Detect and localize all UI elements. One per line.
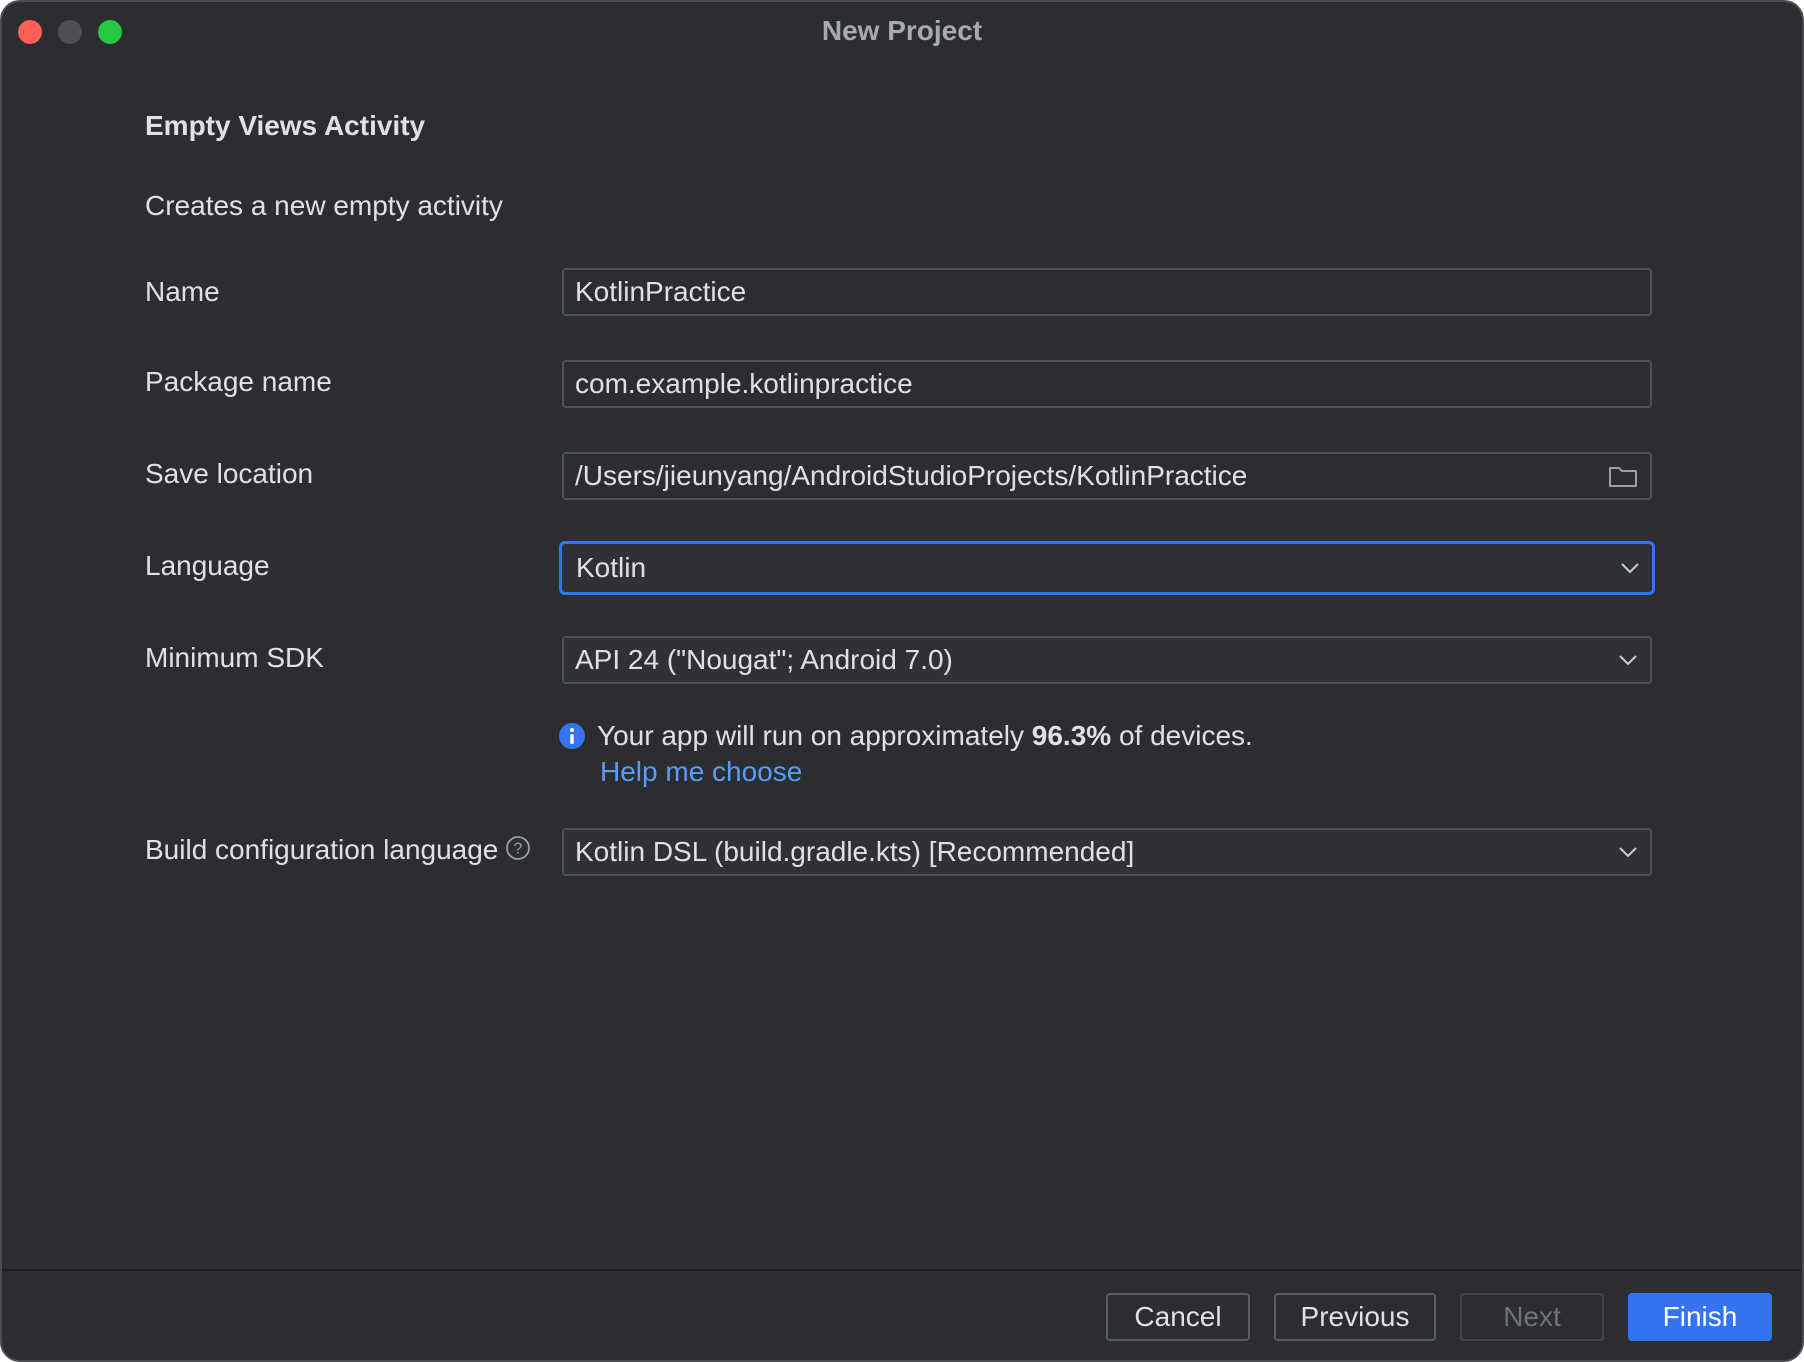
- folder-icon[interactable]: [1608, 454, 1638, 498]
- device-coverage-info: Your app will run on approximately 96.3%…: [558, 718, 1253, 754]
- minimum-sdk-value: API 24 ("Nougat"; Android 7.0): [575, 644, 953, 675]
- build-config-label: Build configuration language: [145, 834, 499, 865]
- help-me-choose-link[interactable]: Help me choose: [600, 756, 802, 788]
- save-location-value: /Users/jieunyang/AndroidStudioProjects/K…: [575, 460, 1248, 491]
- minimum-sdk-dropdown[interactable]: API 24 ("Nougat"; Android 7.0): [562, 636, 1652, 684]
- save-location-input[interactable]: /Users/jieunyang/AndroidStudioProjects/K…: [562, 452, 1652, 500]
- question-mark-icon[interactable]: ?: [506, 836, 530, 860]
- package-name-value: com.example.kotlinpractice: [575, 368, 913, 399]
- name-value: KotlinPractice: [575, 276, 747, 307]
- build-config-dropdown[interactable]: Kotlin DSL (build.gradle.kts) [Recommend…: [562, 828, 1652, 876]
- language-label: Language: [145, 550, 270, 581]
- info-text-suffix: of devices.: [1111, 720, 1253, 751]
- window-title: New Project: [821, 15, 983, 46]
- template-heading: Empty Views Activity: [145, 110, 426, 141]
- language-dropdown[interactable]: Kotlin: [559, 541, 1655, 595]
- chevron-down-icon: [1618, 830, 1638, 874]
- device-percentage: 96.3%: [1031, 720, 1112, 751]
- package-name-label: Package name: [145, 366, 332, 397]
- new-project-dialog: New Project Empty Views Activity Creates…: [0, 0, 1804, 1362]
- title-bar: New Project: [2, 2, 1802, 60]
- save-location-label: Save location: [145, 458, 314, 489]
- language-value: Kotlin: [576, 552, 647, 583]
- package-name-input[interactable]: com.example.kotlinpractice: [562, 360, 1652, 408]
- previous-button[interactable]: Previous: [1274, 1293, 1436, 1341]
- finish-button[interactable]: Finish: [1628, 1293, 1772, 1341]
- svg-text:?: ?: [514, 841, 523, 858]
- footer-divider: [2, 1269, 1802, 1271]
- next-button[interactable]: Next: [1460, 1293, 1604, 1341]
- template-description: Creates a new empty activity: [145, 190, 503, 221]
- chevron-down-icon: [1620, 544, 1640, 592]
- name-label: Name: [145, 276, 220, 307]
- minimum-sdk-label: Minimum SDK: [145, 642, 324, 673]
- info-text-prefix: Your app will run on approximately: [597, 720, 1032, 751]
- chevron-down-icon: [1618, 638, 1638, 682]
- name-input[interactable]: KotlinPractice: [562, 268, 1652, 316]
- info-icon: [559, 723, 585, 749]
- cancel-button[interactable]: Cancel: [1106, 1293, 1250, 1341]
- build-config-value: Kotlin DSL (build.gradle.kts) [Recommend…: [575, 836, 1135, 867]
